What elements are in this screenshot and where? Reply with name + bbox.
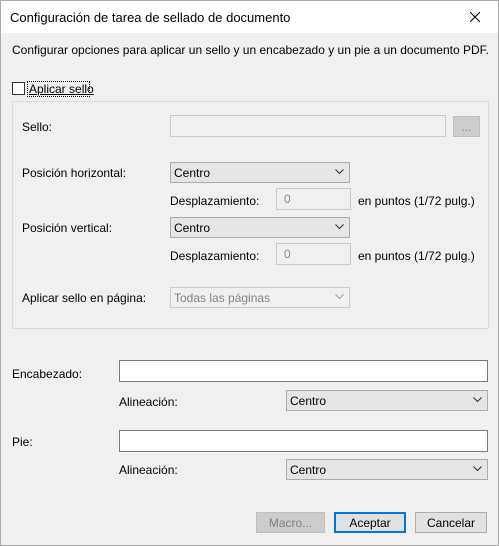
footer-input[interactable]	[119, 430, 488, 452]
stamp-label: Sello:	[22, 120, 53, 134]
chevron-down-icon	[335, 169, 344, 175]
apply-stamp-label[interactable]: Aplicar sello	[29, 82, 94, 96]
footer-alignment-value: Centro	[290, 463, 327, 477]
stamp-field[interactable]	[170, 115, 446, 137]
ok-button[interactable]: Aceptar	[334, 512, 406, 533]
apply-pages-label: Aplicar sello en página:	[22, 291, 147, 305]
chevron-down-icon	[473, 397, 482, 403]
title-bar[interactable]: Configuración de tarea de sellado de doc…	[1, 1, 498, 33]
dialog-window: Configuración de tarea de sellado de doc…	[0, 0, 499, 546]
header-alignment-select[interactable]: Centro	[286, 390, 488, 411]
header-label: Encabezado:	[12, 367, 83, 381]
chevron-down-icon	[335, 224, 344, 230]
apply-pages-value: Todas las páginas	[174, 291, 271, 305]
horizontal-position-select[interactable]: Centro	[170, 162, 350, 183]
dialog-description: Configurar opciones para aplicar un sell…	[12, 43, 489, 57]
vertical-position-value: Centro	[174, 221, 211, 235]
close-icon	[470, 11, 480, 22]
horizontal-position-label: Posición horizontal:	[22, 166, 127, 180]
window-title: Configuración de tarea de sellado de doc…	[10, 10, 291, 25]
vertical-offset-units: en puntos (1/72 pulg.)	[358, 249, 475, 263]
cancel-button[interactable]: Cancelar	[415, 512, 487, 533]
apply-stamp-checkbox[interactable]	[12, 82, 25, 95]
horizontal-offset-units: en puntos (1/72 pulg.)	[358, 194, 475, 208]
header-alignment-value: Centro	[290, 394, 327, 408]
footer-label: Pie:	[12, 435, 33, 449]
apply-pages-select[interactable]: Todas las páginas	[170, 287, 350, 308]
header-alignment-label: Alineación:	[119, 395, 178, 409]
browse-stamp-button[interactable]: ...	[453, 116, 480, 137]
vertical-position-label: Posición vertical:	[22, 221, 113, 235]
ok-button-label: Aceptar	[349, 515, 391, 530]
footer-alignment-select[interactable]: Centro	[286, 459, 488, 480]
chevron-down-icon	[473, 466, 482, 472]
macro-button[interactable]: Macro...	[256, 512, 325, 533]
vertical-offset-field[interactable]: 0	[276, 243, 351, 265]
header-input[interactable]	[119, 360, 488, 382]
horizontal-offset-field[interactable]: 0	[276, 188, 351, 210]
vertical-position-select[interactable]: Centro	[170, 217, 350, 238]
macro-button-label: Macro...	[268, 515, 313, 530]
close-button[interactable]	[452, 1, 498, 32]
cancel-button-label: Cancelar	[426, 515, 476, 530]
horizontal-position-value: Centro	[174, 166, 211, 180]
footer-alignment-label: Alineación:	[119, 463, 178, 477]
vertical-offset-label: Desplazamiento:	[170, 249, 260, 263]
horizontal-offset-label: Desplazamiento:	[170, 194, 260, 208]
browse-label: ...	[461, 119, 472, 134]
chevron-down-icon	[335, 294, 344, 300]
